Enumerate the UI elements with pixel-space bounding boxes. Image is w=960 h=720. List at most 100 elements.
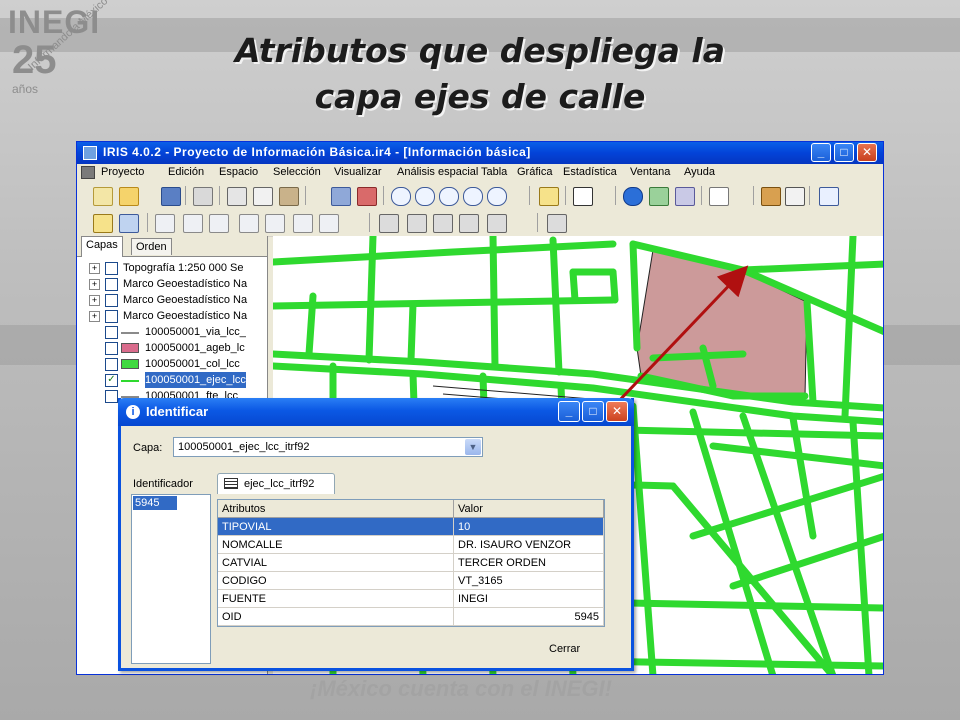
delete-vertex-icon[interactable]: [265, 214, 285, 233]
label-icon[interactable]: [785, 187, 805, 206]
menu-seleccion[interactable]: Selección: [273, 166, 321, 178]
layer-item[interactable]: ✓ 100050001_ejec_lcc: [81, 372, 267, 388]
layer-item[interactable]: 100050001_ageb_lc: [81, 340, 267, 356]
cut-icon[interactable]: [227, 187, 247, 206]
add-vertex-icon[interactable]: [239, 214, 259, 233]
pencil-icon[interactable]: [539, 187, 559, 206]
expand-icon[interactable]: +: [89, 311, 100, 322]
menu-tabla[interactable]: Tabla: [481, 166, 507, 178]
layer-checkbox[interactable]: [105, 294, 118, 307]
identificador-item[interactable]: 5945: [133, 496, 177, 510]
calculator-icon[interactable]: [547, 214, 567, 233]
grid-4-icon[interactable]: [459, 214, 479, 233]
menu-ayuda[interactable]: Ayuda: [684, 166, 715, 178]
dialog-titlebar[interactable]: i Identificar _ □ ✕: [118, 398, 634, 426]
grid-edit-icon[interactable]: [487, 214, 507, 233]
layer-checkbox[interactable]: [105, 278, 118, 291]
symbology-icon[interactable]: [761, 187, 781, 206]
print-icon[interactable]: [193, 187, 213, 206]
grid-1-icon[interactable]: [379, 214, 399, 233]
table-row[interactable]: FUENTE INEGI: [218, 590, 604, 608]
layer-item[interactable]: + Topografía 1:250 000 Se: [81, 260, 267, 276]
redo-icon[interactable]: [319, 214, 339, 233]
column-header-atributos[interactable]: Atributos: [218, 500, 454, 518]
hotlink-icon[interactable]: [675, 187, 695, 206]
menu-grafica[interactable]: Gráfica: [517, 166, 552, 178]
layer-item[interactable]: 100050001_via_lcc_: [81, 324, 267, 340]
layer-item[interactable]: + Marco Geoestadístico Na: [81, 292, 267, 308]
diamond-tool-icon[interactable]: [819, 187, 839, 206]
save-icon[interactable]: [161, 187, 181, 206]
tab-capas[interactable]: Capas: [81, 236, 123, 257]
column-header-valor[interactable]: Valor: [454, 500, 604, 518]
layer-label: Marco Geoestadístico Na: [123, 294, 248, 306]
grid-2-icon[interactable]: [407, 214, 427, 233]
tab-attribute-table[interactable]: ejec_lcc_itrf92: [217, 473, 335, 494]
capa-select[interactable]: 100050001_ejec_lcc_itrf92 ▼: [173, 437, 483, 457]
table-row[interactable]: NOMCALLE DR. ISAURO VENZOR: [218, 536, 604, 554]
zoom-select-icon[interactable]: [487, 187, 507, 206]
layer-checkbox[interactable]: [105, 342, 118, 355]
layers-remove-icon[interactable]: [357, 187, 377, 206]
layer-checkbox[interactable]: ✓: [105, 374, 118, 387]
menu-estadistica[interactable]: Estadística: [563, 166, 617, 178]
menu-proyecto[interactable]: Proyecto: [101, 166, 144, 178]
dialog-minimize-button[interactable]: _: [558, 401, 580, 422]
layer-item[interactable]: + Marco Geoestadístico Na: [81, 276, 267, 292]
dialog-close-button[interactable]: ✕: [606, 401, 628, 422]
zoom-layer-icon[interactable]: [463, 187, 483, 206]
layer-checkbox[interactable]: [105, 358, 118, 371]
close-button[interactable]: ✕: [857, 143, 877, 162]
menu-espacio[interactable]: Espacio: [219, 166, 258, 178]
document-icon[interactable]: [81, 166, 95, 179]
menu-visualizar[interactable]: Visualizar: [334, 166, 382, 178]
info-icon[interactable]: [623, 187, 643, 206]
layers-add-icon[interactable]: [331, 187, 351, 206]
expand-icon[interactable]: +: [89, 263, 100, 274]
expand-icon[interactable]: +: [89, 279, 100, 290]
dialog-maximize-button[interactable]: □: [582, 401, 604, 422]
layer-checkbox[interactable]: [105, 390, 118, 403]
layer-checkbox[interactable]: [105, 310, 118, 323]
undo-icon[interactable]: [293, 214, 313, 233]
zoom-extent-icon[interactable]: [439, 187, 459, 206]
layer-checkbox[interactable]: [105, 262, 118, 275]
menu-edicion[interactable]: Edición: [168, 166, 204, 178]
chevron-down-icon[interactable]: ▼: [465, 439, 481, 455]
find-icon[interactable]: [649, 187, 669, 206]
identificador-label: Identificador: [133, 478, 193, 490]
new-icon[interactable]: [93, 187, 113, 206]
select-pointer-icon[interactable]: [709, 187, 729, 206]
layer-checkbox[interactable]: [105, 326, 118, 339]
paste-icon[interactable]: [279, 187, 299, 206]
table-row[interactable]: CODIGO VT_3165: [218, 572, 604, 590]
menu-bar: Proyecto Edición Espacio Selección Visua…: [77, 164, 883, 182]
edit-pencil-icon[interactable]: [93, 214, 113, 233]
copy-icon[interactable]: [253, 187, 273, 206]
layer-item[interactable]: + Marco Geoestadístico Na: [81, 308, 267, 324]
expand-icon[interactable]: +: [89, 295, 100, 306]
table-row[interactable]: CATVIAL TERCER ORDEN: [218, 554, 604, 572]
measure-icon[interactable]: [573, 187, 593, 206]
zoom-out-icon[interactable]: [415, 187, 435, 206]
edit-table-icon[interactable]: [119, 214, 139, 233]
layer-item[interactable]: 100050001_col_lcc: [81, 356, 267, 372]
table-row[interactable]: OID 5945: [218, 608, 604, 626]
tab-orden[interactable]: Orden: [131, 238, 172, 255]
maximize-button[interactable]: □: [834, 143, 854, 162]
attribute-name-cell: NOMCALLE: [218, 536, 454, 554]
table-row[interactable]: TIPOVIAL 10: [218, 518, 604, 536]
app-titlebar[interactable]: IRIS 4.0.2 - Proyecto de Información Bás…: [77, 142, 883, 164]
open-folder-icon[interactable]: [119, 187, 139, 206]
menu-ventana[interactable]: Ventana: [630, 166, 670, 178]
minimize-button[interactable]: _: [811, 143, 831, 162]
zoom-in-icon[interactable]: [391, 187, 411, 206]
polygon-edit-icon[interactable]: [183, 214, 203, 233]
attribute-value-cell: INEGI: [454, 590, 604, 608]
grid-3-icon[interactable]: [433, 214, 453, 233]
identificador-list[interactable]: 5945: [131, 494, 211, 664]
cerrar-button[interactable]: Cerrar: [549, 643, 580, 655]
diamond-edit-icon[interactable]: [209, 214, 229, 233]
vertex-icon[interactable]: [155, 214, 175, 233]
menu-analisis-espacial[interactable]: Análisis espacial: [397, 166, 478, 178]
